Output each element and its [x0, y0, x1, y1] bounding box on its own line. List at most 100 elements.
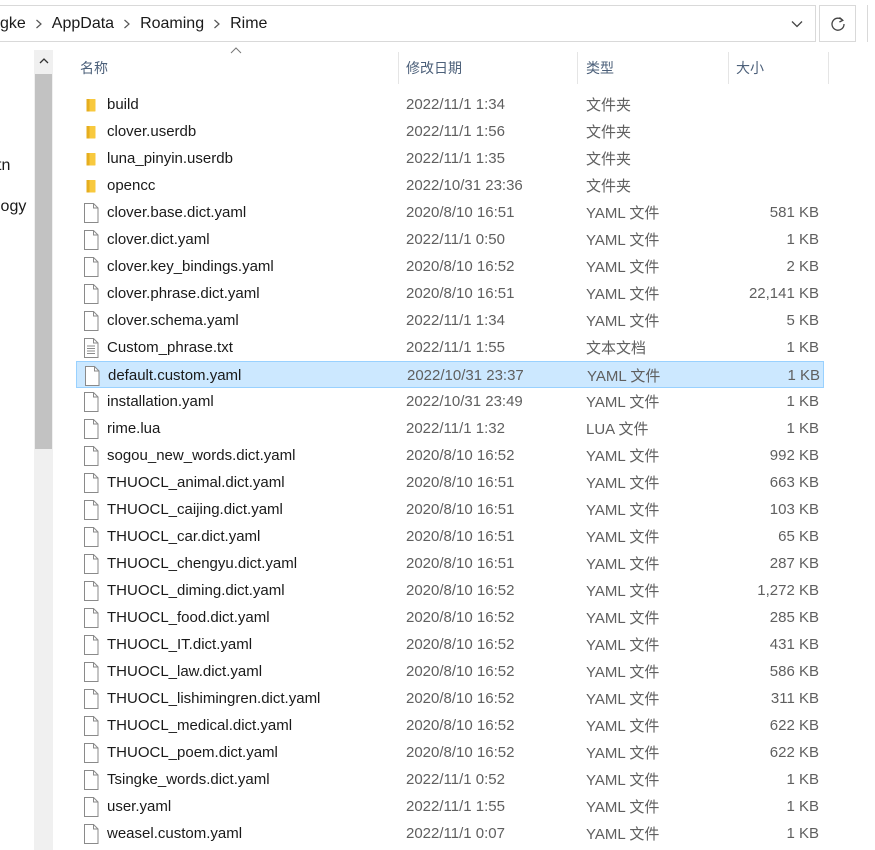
file-name: clover.dict.yaml: [107, 231, 210, 248]
file-row[interactable]: clover.dict.yaml 2022/11/1 0:50 YAML 文件 …: [76, 226, 824, 253]
file-type: YAML 文件: [586, 394, 660, 411]
file-size: 1 KB: [787, 367, 820, 384]
nav-item[interactable]: logy: [0, 198, 26, 216]
file-row[interactable]: opencc 2022/10/31 23:36 文件夹: [76, 172, 824, 199]
file-size: 1 KB: [786, 771, 819, 788]
search-box-edge[interactable]: [867, 5, 875, 42]
file-size: [716, 145, 819, 172]
breadcrumb-item[interactable]: Rime: [230, 15, 267, 33]
file-size: [716, 91, 819, 118]
column-divider[interactable]: [398, 52, 399, 84]
nav-item[interactable]: tn: [0, 157, 10, 175]
file-date-modified: 2022/10/31 23:37: [407, 367, 524, 384]
file-size: 1,272 KB: [757, 582, 819, 599]
navigation-pane: tn logy: [0, 50, 34, 850]
column-header-name[interactable]: 名称: [80, 50, 398, 86]
file-row[interactable]: THUOCL_car.dict.yaml 2020/8/10 16:51 YAM…: [76, 523, 824, 550]
file-icon: [82, 253, 100, 280]
file-size: 1 KB: [786, 825, 819, 842]
breadcrumb-item[interactable]: AppData: [52, 15, 114, 33]
file-name: THUOCL_caijing.dict.yaml: [107, 501, 283, 518]
refresh-button[interactable]: [819, 5, 856, 42]
breadcrumb-item[interactable]: Roaming: [140, 15, 204, 33]
file-type: YAML 文件: [586, 772, 660, 789]
chevron-right-icon[interactable]: [204, 19, 230, 29]
scrollbar-thumb[interactable]: [35, 74, 52, 449]
file-name: clover.phrase.dict.yaml: [107, 285, 260, 302]
file-type: YAML 文件: [586, 529, 660, 546]
file-name: installation.yaml: [107, 393, 214, 410]
file-name: THUOCL_chengyu.dict.yaml: [107, 555, 298, 572]
file-date-modified: 2022/10/31 23:49: [406, 393, 523, 410]
file-type: YAML 文件: [586, 637, 660, 654]
file-icon: [82, 523, 100, 550]
file-row[interactable]: build 2022/11/1 1:34 文件夹: [76, 91, 824, 118]
file-date-modified: 2020/8/10 16:51: [406, 555, 515, 572]
file-row[interactable]: sogou_new_words.dict.yaml 2020/8/10 16:5…: [76, 442, 824, 469]
file-row[interactable]: clover.phrase.dict.yaml 2020/8/10 16:51 …: [76, 280, 824, 307]
file-name: clover.schema.yaml: [107, 312, 239, 329]
navigation-scrollbar[interactable]: [34, 50, 53, 850]
file-date-modified: 2022/11/1 1:56: [406, 123, 505, 140]
file-size: 1 KB: [786, 798, 819, 815]
file-type: YAML 文件: [586, 799, 660, 816]
file-row[interactable]: clover.userdb 2022/11/1 1:56 文件夹: [76, 118, 824, 145]
column-header-label: 名称: [80, 60, 108, 76]
file-date-modified: 2020/8/10 16:52: [406, 258, 515, 275]
file-type: YAML 文件: [587, 368, 661, 385]
file-type: 文件夹: [586, 151, 632, 168]
file-name: clover.userdb: [107, 123, 197, 140]
file-size: 1 KB: [786, 231, 819, 248]
file-row[interactable]: THUOCL_caijing.dict.yaml 2020/8/10 16:51…: [76, 496, 824, 523]
column-header-type[interactable]: 类型: [586, 50, 728, 86]
file-name: luna_pinyin.userdb: [107, 150, 233, 167]
chevron-right-icon[interactable]: [26, 19, 52, 29]
file-icon: [82, 226, 100, 253]
file-date-modified: 2020/8/10 16:52: [406, 717, 515, 734]
column-header-date[interactable]: 修改日期: [406, 50, 577, 86]
file-date-modified: 2022/11/1 0:07: [406, 825, 505, 842]
file-row[interactable]: Tsingke_words.dict.yaml 2022/11/1 0:52 Y…: [76, 766, 824, 793]
file-size: 622 KB: [769, 744, 819, 761]
file-row[interactable]: luna_pinyin.userdb 2022/11/1 1:35 文件夹: [76, 145, 824, 172]
file-row[interactable]: rime.lua 2022/11/1 1:32 LUA 文件 1 KB: [76, 415, 824, 442]
refresh-icon: [830, 16, 845, 31]
file-row[interactable]: installation.yaml 2022/10/31 23:49 YAML …: [76, 388, 824, 415]
file-icon: [82, 496, 100, 523]
file-row[interactable]: weasel.custom.yaml 2022/11/1 0:07 YAML 文…: [76, 820, 824, 847]
file-row[interactable]: user.yaml 2022/11/1 1:55 YAML 文件 1 KB: [76, 793, 824, 820]
chevron-right-icon[interactable]: [114, 19, 140, 29]
file-type: YAML 文件: [586, 664, 660, 681]
file-date-modified: 2022/11/1 1:55: [406, 798, 505, 815]
file-row[interactable]: THUOCL_diming.dict.yaml 2020/8/10 16:52 …: [76, 577, 824, 604]
file-row[interactable]: THUOCL_law.dict.yaml 2020/8/10 16:52 YAM…: [76, 658, 824, 685]
file-row[interactable]: Custom_phrase.txt 2022/11/1 1:55 文本文档 1 …: [76, 334, 824, 361]
file-type: YAML 文件: [586, 583, 660, 600]
file-date-modified: 2022/11/1 1:35: [406, 150, 505, 167]
file-name: THUOCL_diming.dict.yaml: [107, 582, 285, 599]
address-bar[interactable]: gke AppData Roaming Rime: [0, 5, 816, 42]
file-icon: [82, 442, 100, 469]
scroll-up-icon[interactable]: [34, 52, 53, 70]
column-divider[interactable]: [828, 52, 829, 84]
file-row[interactable]: THUOCL_poem.dict.yaml 2020/8/10 16:52 YA…: [76, 739, 824, 766]
file-row[interactable]: THUOCL_medical.dict.yaml 2020/8/10 16:52…: [76, 712, 824, 739]
file-size: 311 KB: [770, 690, 819, 707]
file-row[interactable]: THUOCL_IT.dict.yaml 2020/8/10 16:52 YAML…: [76, 631, 824, 658]
file-row[interactable]: THUOCL_chengyu.dict.yaml 2020/8/10 16:51…: [76, 550, 824, 577]
file-row[interactable]: clover.base.dict.yaml 2020/8/10 16:51 YA…: [76, 199, 824, 226]
file-row-selected[interactable]: default.custom.yaml 2022/10/31 23:37 YAM…: [76, 361, 824, 388]
column-divider[interactable]: [728, 52, 729, 84]
column-header-size[interactable]: 大小: [736, 50, 828, 86]
file-row[interactable]: clover.key_bindings.yaml 2020/8/10 16:52…: [76, 253, 824, 280]
breadcrumb-item[interactable]: gke: [0, 15, 26, 33]
file-row[interactable]: THUOCL_food.dict.yaml 2020/8/10 16:52 YA…: [76, 604, 824, 631]
column-header-label: 大小: [736, 60, 764, 76]
file-size: 22,141 KB: [748, 285, 819, 302]
file-row[interactable]: clover.schema.yaml 2022/11/1 1:34 YAML 文…: [76, 307, 824, 334]
file-row[interactable]: THUOCL_lishimingren.dict.yaml 2020/8/10 …: [76, 685, 824, 712]
address-history-dropdown[interactable]: [779, 6, 815, 41]
file-type: YAML 文件: [586, 475, 660, 492]
column-divider[interactable]: [577, 52, 578, 84]
file-row[interactable]: THUOCL_animal.dict.yaml 2020/8/10 16:51 …: [76, 469, 824, 496]
